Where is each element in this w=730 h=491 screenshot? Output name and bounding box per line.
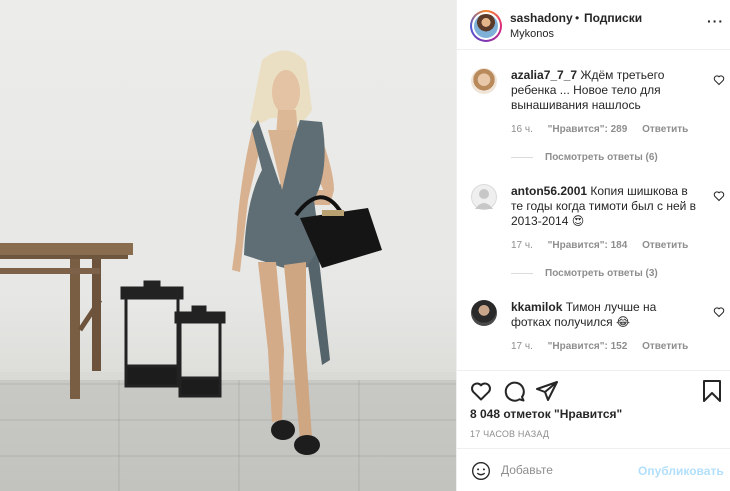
wooden-bench	[0, 243, 133, 399]
comment-likes[interactable]: "Нравится": 184	[548, 240, 628, 251]
commenter-avatar[interactable]	[471, 184, 497, 210]
more-horizontal-icon[interactable]: ···	[707, 13, 724, 29]
comment-time: 17 ч.	[511, 240, 533, 251]
comment-meta: 16 ч. "Нравится": 289 Ответить	[511, 124, 700, 135]
post-header: sashadony • Подписки Mykonos ···	[457, 0, 730, 50]
commenter-username[interactable]: anton56.2001	[511, 184, 587, 198]
reply-button[interactable]: Ответить	[642, 341, 688, 352]
reply-button[interactable]: Ответить	[642, 124, 688, 135]
author-avatar[interactable]	[470, 10, 502, 42]
comment-likes[interactable]: "Нравится": 152	[548, 341, 628, 352]
comment-time: 16 ч.	[511, 124, 533, 135]
comment-like-heart-icon[interactable]	[713, 74, 725, 86]
view-replies-button[interactable]: Посмотреть ответы (6)	[511, 152, 658, 163]
reply-button[interactable]: Ответить	[642, 240, 688, 251]
default-user-icon	[475, 189, 493, 209]
following-button[interactable]: Подписки	[584, 11, 642, 25]
commenter-avatar[interactable]	[471, 68, 497, 94]
comment-time: 17 ч.	[511, 341, 533, 352]
comment-input[interactable]	[501, 463, 661, 477]
comment-like-heart-icon[interactable]	[713, 306, 725, 318]
post-location[interactable]: Mykonos	[510, 28, 554, 40]
replies-divider	[511, 272, 533, 274]
likes-count[interactable]: 8 048 отметок "Нравится"	[470, 407, 622, 421]
comment-meta: 17 ч. "Нравится": 184 Ответить	[511, 240, 700, 251]
emoji-icon[interactable]	[471, 461, 491, 481]
view-replies-label[interactable]: Посмотреть ответы (6)	[545, 152, 658, 163]
publish-button[interactable]: Опубликовать	[638, 464, 724, 478]
lantern-right	[174, 305, 226, 398]
comment-text: anton56.2001 Копия шишкова в те годы ког…	[511, 184, 699, 229]
photo-scene	[0, 50, 382, 455]
comment-like-heart-icon[interactable]	[713, 190, 725, 202]
comment-likes[interactable]: "Нравится": 289	[548, 124, 628, 135]
comment-meta: 17 ч. "Нравится": 152 Ответить	[511, 341, 700, 352]
commenter-username[interactable]: kkamilok	[511, 300, 562, 314]
replies-divider	[511, 156, 533, 158]
header-separator: •	[575, 11, 580, 25]
comment-text: azalia7_7_7 Ждём третьего ребенка ... Но…	[511, 68, 699, 113]
post-side-panel: sashadony • Подписки Mykonos ··· azalia7…	[456, 0, 730, 491]
view-replies-label[interactable]: Посмотреть ответы (3)	[545, 268, 658, 279]
add-comment-bar: Опубликовать	[457, 448, 730, 491]
share-icon[interactable]	[535, 379, 559, 403]
bookmark-icon[interactable]	[700, 379, 724, 403]
post-actions-bar	[457, 370, 730, 410]
post-photo[interactable]	[0, 0, 456, 491]
comment-icon[interactable]	[502, 379, 526, 403]
commenter-avatar[interactable]	[471, 300, 497, 326]
comment-text: kkamilok Тимон лучше на фотках получился…	[511, 300, 699, 330]
heart-icon[interactable]	[469, 379, 493, 403]
posted-time: 17 ЧАСОВ НАЗАД	[470, 429, 550, 439]
lantern-left	[120, 280, 184, 388]
woman-figure	[232, 50, 382, 455]
author-username[interactable]: sashadony	[510, 11, 573, 25]
view-replies-button[interactable]: Посмотреть ответы (3)	[511, 268, 658, 279]
commenter-username[interactable]: azalia7_7_7	[511, 68, 577, 82]
